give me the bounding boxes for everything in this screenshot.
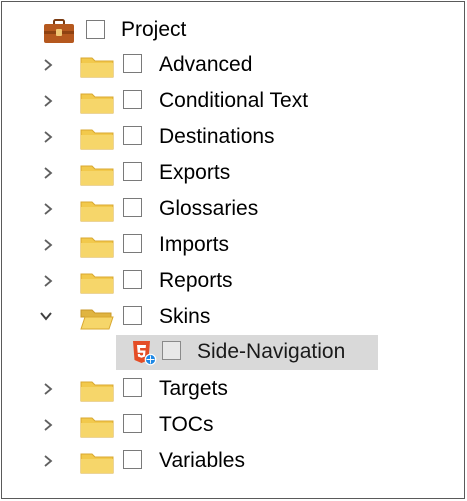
folder-icon (80, 129, 114, 150)
tree-item-conditional-text[interactable]: Conditional Text (2, 84, 464, 118)
tree-item-advanced[interactable]: Advanced (2, 48, 464, 82)
tree-item-targets[interactable]: Targets (2, 372, 464, 406)
chevron-right-icon[interactable] (40, 381, 56, 397)
tree-item-variables[interactable]: Variables (2, 444, 464, 478)
side-navigation-checkbox[interactable] (162, 341, 181, 360)
folder-icon (80, 57, 114, 78)
tree-item-label: Side-Navigation (197, 340, 346, 363)
folder-icon (80, 201, 114, 222)
tree-item-skins[interactable]: Skins (2, 300, 464, 334)
glossaries-checkbox[interactable] (123, 198, 142, 217)
folder-icon (80, 93, 114, 114)
briefcase-icon (44, 19, 74, 43)
conditional-text-checkbox[interactable] (123, 90, 142, 109)
folder-icon (80, 453, 114, 474)
folder-icon (80, 417, 114, 438)
tree-item-label: Variables (159, 449, 245, 472)
tree-item-label: Advanced (159, 53, 253, 76)
tree-item-reports[interactable]: Reports (2, 264, 464, 298)
destinations-checkbox[interactable] (123, 126, 142, 145)
folder-icon (80, 165, 114, 186)
tree-item-tocs[interactable]: TOCs (2, 408, 464, 442)
tree-item-label: Exports (159, 161, 231, 184)
skins-checkbox[interactable] (123, 306, 142, 325)
chevron-right-icon[interactable] (40, 201, 56, 217)
tocs-checkbox[interactable] (123, 414, 142, 433)
chevron-right-icon[interactable] (40, 237, 56, 253)
tree-item-label: Conditional Text (159, 89, 309, 112)
chevron-right-icon[interactable] (40, 165, 56, 181)
tree-item-label: Reports (159, 269, 233, 292)
folder-icon (80, 381, 114, 402)
tree-item-label: Glossaries (159, 197, 259, 220)
reports-checkbox[interactable] (123, 270, 142, 289)
tree-item-label: TOCs (159, 413, 214, 436)
folder-icon (80, 273, 114, 294)
tree-item-label: Project (121, 18, 187, 41)
targets-checkbox[interactable] (123, 378, 142, 397)
folder-icon (80, 237, 114, 258)
variables-checkbox[interactable] (123, 450, 142, 469)
project-tree-panel: Project Advanced Conditional Text Destin… (1, 1, 465, 499)
tree-root-project[interactable]: Project (2, 11, 464, 45)
tree-item-label: Targets (159, 377, 228, 400)
chevron-right-icon[interactable] (40, 93, 56, 109)
chevron-right-icon[interactable] (40, 453, 56, 469)
tree-item-side-navigation[interactable]: Side-Navigation (2, 335, 464, 370)
tree-item-label: Imports (159, 233, 230, 256)
chevron-down-icon[interactable] (38, 308, 54, 324)
tree-item-destinations[interactable]: Destinations (2, 120, 464, 154)
tree-item-imports[interactable]: Imports (2, 228, 464, 262)
chevron-right-icon[interactable] (40, 417, 56, 433)
project-checkbox[interactable] (86, 20, 105, 39)
tree-item-label: Destinations (159, 125, 275, 148)
imports-checkbox[interactable] (123, 234, 142, 253)
chevron-right-icon[interactable] (40, 273, 56, 289)
chevron-right-icon[interactable] (40, 57, 56, 73)
html5-skin-icon (133, 341, 157, 366)
chevron-right-icon[interactable] (40, 129, 56, 145)
tree-item-label: Skins (159, 305, 211, 328)
tree-item-glossaries[interactable]: Glossaries (2, 192, 464, 226)
advanced-checkbox[interactable] (123, 54, 142, 73)
tree-item-exports[interactable]: Exports (2, 156, 464, 190)
folder-open-icon (80, 309, 114, 330)
exports-checkbox[interactable] (123, 162, 142, 181)
